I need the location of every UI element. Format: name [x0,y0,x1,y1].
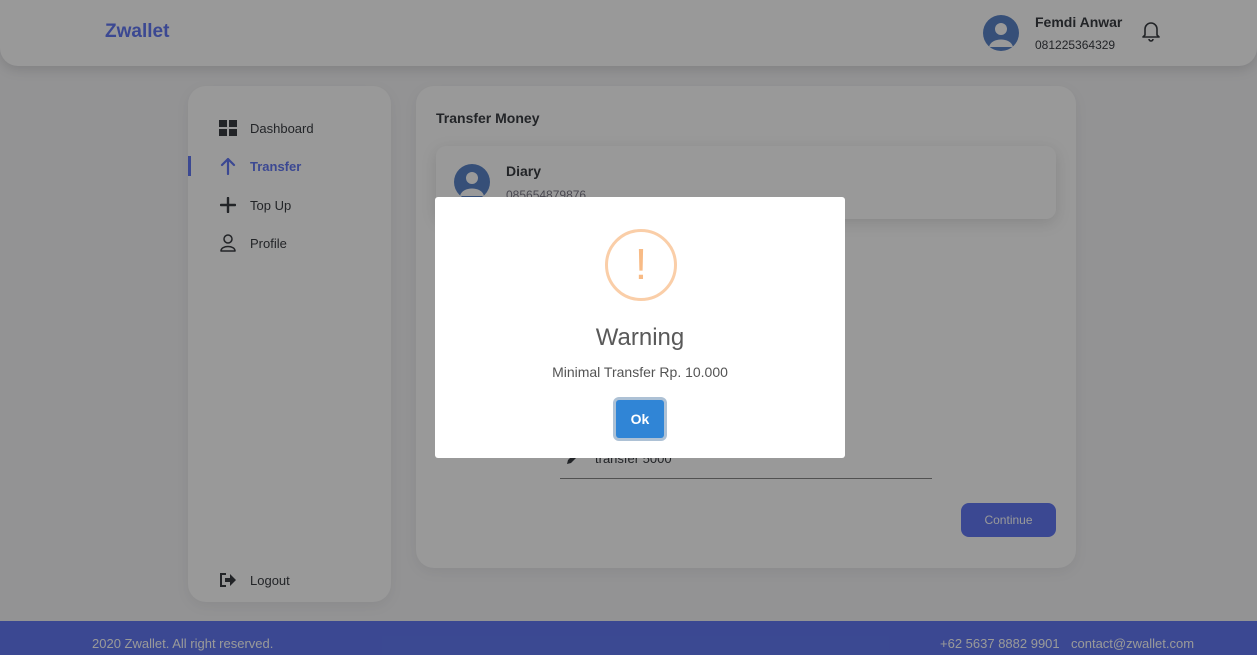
dialog-title: Warning [595,324,685,351]
dialog-message: Minimal Transfer Rp. 10.000 [552,364,728,380]
warning-icon: ! [605,229,677,301]
warning-dialog: ! Warning Minimal Transfer Rp. 10.000 Ok [435,197,845,458]
ok-button[interactable]: Ok [616,400,664,438]
